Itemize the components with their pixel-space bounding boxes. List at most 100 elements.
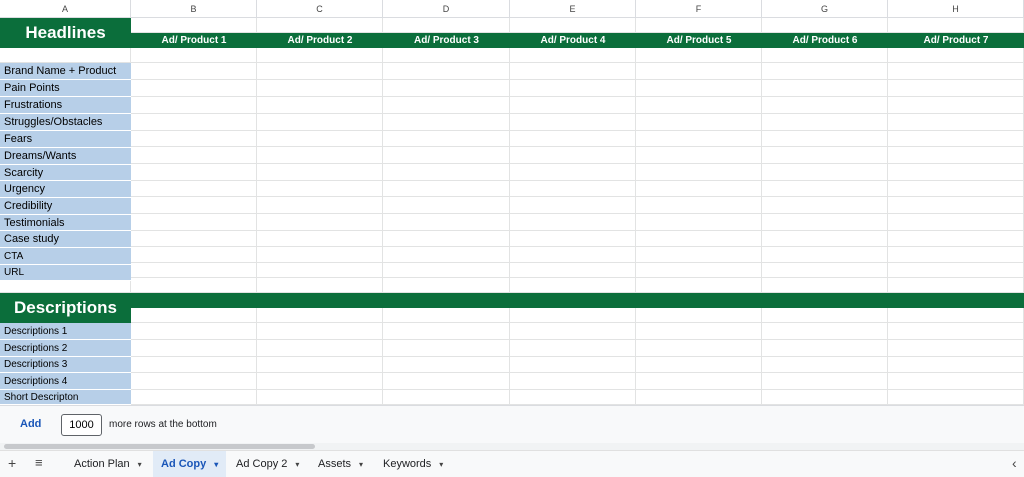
grid-cell[interactable] — [888, 263, 1024, 278]
grid-cell[interactable] — [888, 293, 1024, 308]
grid-cell[interactable] — [257, 373, 383, 390]
grid-cell[interactable] — [636, 131, 762, 147]
grid-cell[interactable] — [636, 97, 762, 114]
grid-cell[interactable] — [888, 80, 1024, 97]
grid-cell[interactable] — [131, 97, 257, 114]
grid-cell[interactable] — [888, 390, 1024, 405]
descriptions-product-header[interactable]: Ad/ Product 1 — [131, 308, 257, 323]
grid-cell[interactable] — [636, 340, 762, 357]
grid-cell[interactable] — [888, 214, 1024, 231]
headline-row-label[interactable]: Frustrations — [0, 97, 131, 114]
grid-cell[interactable] — [762, 247, 888, 263]
horizontal-scrollbar[interactable] — [0, 443, 1024, 450]
descriptions-product-header[interactable]: Ad/ Product 5 — [636, 308, 762, 323]
spreadsheet-grid[interactable]: A B C D E F G H Ad/ Product 1 Ad/ Product 2 Ad/ Pr… — [0, 0, 1024, 405]
grid-cell[interactable] — [510, 247, 636, 263]
grid-cell[interactable] — [383, 114, 510, 131]
column-header-g[interactable]: G — [762, 0, 888, 18]
grid-cell[interactable] — [131, 293, 257, 308]
grid-cell[interactable] — [762, 63, 888, 80]
grid-cell[interactable] — [131, 48, 257, 63]
add-rows-button[interactable]: Add — [20, 418, 41, 430]
sheet-tab-assets[interactable]: Assets ▾ — [310, 451, 371, 477]
grid-cell[interactable] — [762, 164, 888, 181]
grid-cell[interactable] — [510, 278, 636, 293]
grid-cell[interactable] — [0, 48, 131, 63]
headlines-product-header[interactable]: Ad/ Product 6 — [762, 33, 888, 48]
headline-row-label[interactable]: Pain Points — [0, 80, 131, 97]
description-row-label[interactable]: Descriptions 1 — [0, 323, 131, 340]
grid-cell[interactable] — [257, 114, 383, 131]
grid-cell[interactable] — [510, 357, 636, 373]
column-header-a[interactable]: A — [0, 0, 131, 18]
grid-cell[interactable] — [383, 97, 510, 114]
column-header-f[interactable]: F — [636, 0, 762, 18]
grid-cell[interactable] — [636, 147, 762, 164]
grid-cell[interactable] — [257, 63, 383, 80]
grid-cell[interactable] — [131, 63, 257, 80]
grid-cell[interactable] — [257, 293, 383, 308]
grid-cell[interactable] — [257, 340, 383, 357]
grid-cell[interactable] — [257, 147, 383, 164]
grid-cell[interactable] — [510, 197, 636, 214]
grid-cell[interactable] — [383, 323, 510, 340]
grid-cell[interactable] — [636, 293, 762, 308]
grid-cell[interactable] — [888, 323, 1024, 340]
grid-cell[interactable] — [636, 164, 762, 181]
headline-row-label[interactable]: Struggles/Obstacles — [0, 114, 131, 131]
grid-cell[interactable] — [636, 323, 762, 340]
grid-cell[interactable] — [257, 48, 383, 63]
grid-cell[interactable] — [888, 197, 1024, 214]
grid-cell[interactable] — [762, 390, 888, 405]
chevron-down-icon[interactable]: ▾ — [359, 460, 363, 469]
descriptions-product-header[interactable]: Ad/ Product 4 — [510, 308, 636, 323]
grid-cell[interactable] — [762, 131, 888, 147]
grid-cell[interactable] — [131, 323, 257, 340]
grid-cell[interactable] — [510, 114, 636, 131]
grid-cell[interactable] — [510, 147, 636, 164]
headline-row-label[interactable]: Scarcity — [0, 165, 131, 181]
chevron-down-icon[interactable]: ▾ — [295, 460, 299, 469]
grid-cell[interactable] — [762, 357, 888, 373]
grid-cell[interactable] — [510, 18, 636, 33]
grid-cell[interactable] — [257, 80, 383, 97]
grid-cell[interactable] — [888, 231, 1024, 247]
descriptions-section-title[interactable]: Descriptions — [0, 293, 131, 323]
column-header-c[interactable]: C — [257, 0, 383, 18]
chevron-down-icon[interactable]: ▾ — [138, 460, 142, 469]
grid-cell[interactable] — [131, 147, 257, 164]
grid-cell[interactable] — [510, 231, 636, 247]
grid-cell[interactable] — [510, 323, 636, 340]
grid-cell[interactable] — [510, 214, 636, 231]
grid-cell[interactable] — [383, 340, 510, 357]
grid-cell[interactable] — [888, 63, 1024, 80]
grid-cell[interactable] — [888, 247, 1024, 263]
grid-cell[interactable] — [510, 80, 636, 97]
grid-cell[interactable] — [636, 231, 762, 247]
grid-cell[interactable] — [257, 231, 383, 247]
grid-cell[interactable] — [383, 278, 510, 293]
grid-cell[interactable] — [888, 164, 1024, 181]
sheet-tab-keywords[interactable]: Keywords ▾ — [375, 451, 451, 477]
grid-cell[interactable] — [383, 247, 510, 263]
grid-cell[interactable] — [257, 197, 383, 214]
grid-cell[interactable] — [383, 197, 510, 214]
grid-cell[interactable] — [762, 214, 888, 231]
column-header-d[interactable]: D — [383, 0, 510, 18]
grid-cell[interactable] — [636, 114, 762, 131]
headline-row-label[interactable]: URL — [0, 265, 131, 281]
grid-cell[interactable] — [636, 263, 762, 278]
grid-cell[interactable] — [131, 263, 257, 278]
headline-row-label[interactable]: Brand Name + Product — [0, 63, 131, 80]
headline-row-label[interactable]: Case study — [0, 231, 131, 248]
grid-cell[interactable] — [762, 80, 888, 97]
all-sheets-menu-icon[interactable]: ≡ — [35, 455, 43, 470]
headlines-product-header[interactable]: Ad/ Product 3 — [383, 33, 510, 48]
grid-cell[interactable] — [383, 231, 510, 247]
grid-cell[interactable] — [257, 247, 383, 263]
descriptions-product-header[interactable]: Ad/ Product 2 — [257, 308, 383, 323]
grid-cell[interactable] — [762, 263, 888, 278]
grid-cell[interactable] — [762, 231, 888, 247]
grid-cell[interactable] — [257, 390, 383, 405]
grid-cell[interactable] — [383, 357, 510, 373]
